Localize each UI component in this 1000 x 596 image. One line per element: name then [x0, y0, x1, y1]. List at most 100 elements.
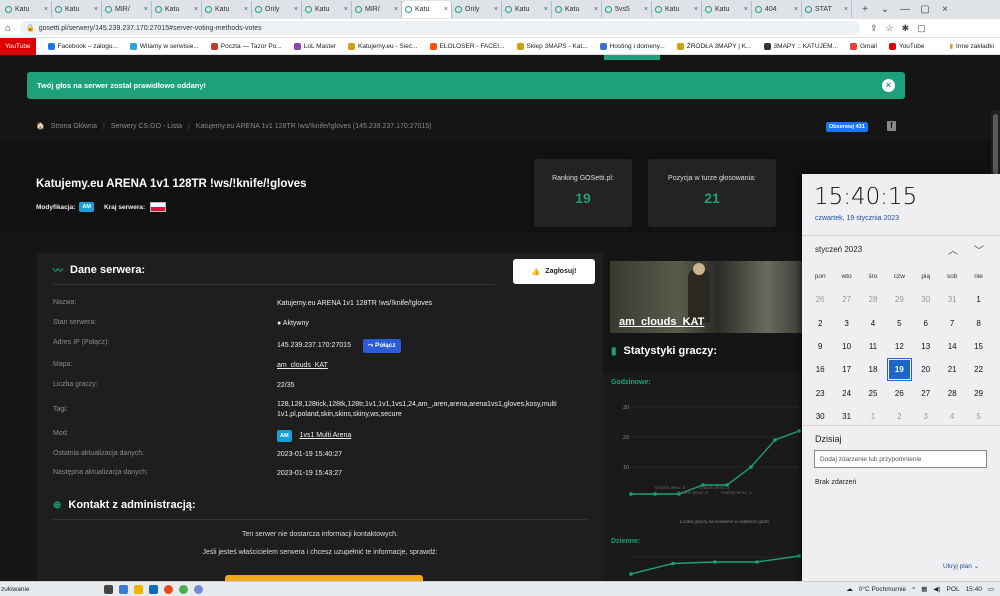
chevron-up-icon[interactable]: ^: [912, 586, 915, 593]
calendar-day[interactable]: 21: [939, 365, 965, 374]
calendar-day[interactable]: 28: [939, 389, 965, 398]
close-icon[interactable]: ×: [394, 6, 398, 13]
widgets-icon[interactable]: [118, 584, 128, 594]
close-window-icon[interactable]: ×: [938, 4, 952, 15]
taskbar-clock[interactable]: 15:40: [966, 586, 982, 593]
calendar-day[interactable]: 5: [965, 412, 991, 421]
browser-tab[interactable]: Katu ×: [702, 1, 752, 18]
browser-tab[interactable]: MIR/ ×: [352, 1, 402, 18]
browser-tab[interactable]: 404 ×: [752, 1, 802, 18]
calendar-day[interactable]: 12: [886, 342, 912, 351]
calendar-day[interactable]: 27: [833, 295, 859, 304]
browser-tab[interactable]: STAT ×: [802, 1, 852, 18]
home-icon[interactable]: ⌂: [0, 23, 16, 34]
search-text[interactable]: zukiwanie: [1, 586, 30, 593]
bookmark-item[interactable]: Witamy w serwisie...: [129, 42, 199, 50]
mod-link[interactable]: 1vs1 Multi Arena: [300, 432, 352, 439]
bookmark-item[interactable]: Hosting i domeny...: [599, 42, 665, 50]
calendar-day[interactable]: 3: [913, 412, 939, 421]
other-bookmarks[interactable]: ▮ Inne zakładki: [949, 42, 1000, 51]
calendar-day[interactable]: 4: [860, 319, 886, 328]
calendar-day[interactable]: 7: [939, 319, 965, 328]
calendar-day[interactable]: 16: [807, 365, 833, 374]
browser-tab[interactable]: MIR/ ×: [102, 1, 152, 18]
browser-tab[interactable]: Katu ×: [502, 1, 552, 18]
bookmark-item[interactable]: YouTube: [0, 37, 36, 55]
bookmark-item[interactable]: Poczta — Tazor Po...: [210, 42, 282, 50]
browser-tab[interactable]: Katu ×: [2, 1, 52, 18]
map-name[interactable]: am_clouds_KAT: [619, 316, 704, 328]
close-icon[interactable]: ×: [694, 6, 698, 13]
maximize-icon[interactable]: ▢: [918, 4, 932, 15]
browser-tab[interactable]: Katu ×: [202, 1, 252, 18]
bookmark-item[interactable]: YouTube: [888, 42, 925, 50]
close-icon[interactable]: ×: [644, 6, 648, 13]
calendar-day[interactable]: 9: [807, 342, 833, 351]
calendar-day[interactable]: 24: [833, 389, 859, 398]
calendar-day[interactable]: 29: [965, 389, 991, 398]
close-icon[interactable]: ×: [544, 6, 548, 13]
calendar-day[interactable]: 26: [807, 295, 833, 304]
vote-button[interactable]: 👍 Zagłosuj!: [513, 259, 595, 284]
close-icon[interactable]: ×: [494, 6, 498, 13]
calendar-day[interactable]: 30: [807, 412, 833, 421]
browser-tab[interactable]: Katu ×: [402, 1, 452, 18]
chevron-down-icon[interactable]: ﹀: [974, 242, 984, 257]
new-tab-icon[interactable]: +: [858, 4, 872, 15]
calendar-day[interactable]: 28: [860, 295, 886, 304]
close-icon[interactable]: ×: [244, 6, 248, 13]
task-view-icon[interactable]: [103, 584, 113, 594]
browser-tab[interactable]: Katu ×: [152, 1, 202, 18]
weather-text[interactable]: 0°C Pochmurnie: [859, 586, 906, 593]
calendar-day[interactable]: 10: [833, 342, 859, 351]
breadcrumb-home[interactable]: Strona Główna: [51, 123, 97, 130]
calendar-day[interactable]: 18: [860, 365, 886, 374]
file-explorer-icon[interactable]: [133, 584, 143, 594]
calendar-day[interactable]: 11: [860, 342, 886, 351]
network-icon[interactable]: ▦: [921, 585, 927, 593]
facebook-follow-button[interactable]: Obserwuj 431: [826, 122, 868, 132]
close-icon[interactable]: ×: [844, 6, 848, 13]
sidepanel-icon[interactable]: ▢: [917, 23, 926, 34]
browser-tab[interactable]: Katu ×: [652, 1, 702, 18]
calendar-day[interactable]: 22: [965, 365, 991, 374]
url-field[interactable]: 🔒 gosetti.pl/serwery/145.239.237.170:270…: [20, 21, 860, 35]
browser-tab[interactable]: Katu ×: [552, 1, 602, 18]
calendar-day[interactable]: 23: [807, 389, 833, 398]
star-icon[interactable]: ☆: [886, 23, 894, 34]
firefox-icon[interactable]: [163, 584, 173, 594]
close-icon[interactable]: ×: [882, 79, 895, 92]
minimize-icon[interactable]: —: [898, 4, 912, 15]
calendar-day-today[interactable]: 19: [886, 358, 912, 382]
event-input[interactable]: Dodaj zdarzenie lub przypomnienie: [814, 450, 987, 468]
facebook-icon[interactable]: f: [887, 121, 896, 131]
calendar-day[interactable]: 26: [886, 389, 912, 398]
calendar-day[interactable]: 2: [886, 412, 912, 421]
calendar-day[interactable]: 2: [807, 319, 833, 328]
calendar-day[interactable]: 31: [833, 412, 859, 421]
calendar-day[interactable]: 29: [886, 295, 912, 304]
close-icon[interactable]: ×: [44, 6, 48, 13]
close-icon[interactable]: ×: [594, 6, 598, 13]
calendar-day[interactable]: 20: [913, 365, 939, 374]
close-icon[interactable]: ×: [444, 6, 448, 13]
tab-list-icon[interactable]: ⌄: [878, 4, 892, 15]
discord-icon[interactable]: [193, 584, 203, 594]
share-icon[interactable]: ⇪: [870, 23, 878, 34]
breadcrumb-list[interactable]: Serwery CS:GO - Lista: [111, 123, 182, 130]
bookmark-item[interactable]: ELOLOSER - FACEI...: [429, 42, 505, 50]
browser-tab[interactable]: Katu ×: [52, 1, 102, 18]
calendar-day[interactable]: 6: [913, 319, 939, 328]
chevron-up-icon[interactable]: ︿: [948, 242, 958, 257]
bookmark-item[interactable]: LoL Master: [293, 42, 336, 50]
calendar-day[interactable]: 1: [965, 295, 991, 304]
close-icon[interactable]: ×: [94, 6, 98, 13]
calendar-day[interactable]: 1: [860, 412, 886, 421]
bookmark-item[interactable]: 3MAPY :: KATUJEM...: [763, 42, 838, 50]
clock-date[interactable]: czwartek, 19 stycznia 2023: [815, 215, 899, 222]
calendar-day[interactable]: 13: [913, 342, 939, 351]
bookmark-item[interactable]: Gmail: [849, 42, 877, 50]
calendar-day[interactable]: 15: [965, 342, 991, 351]
bookmark-item[interactable]: Facebook – zalogu...: [47, 42, 118, 50]
calendar-day[interactable]: 25: [860, 389, 886, 398]
